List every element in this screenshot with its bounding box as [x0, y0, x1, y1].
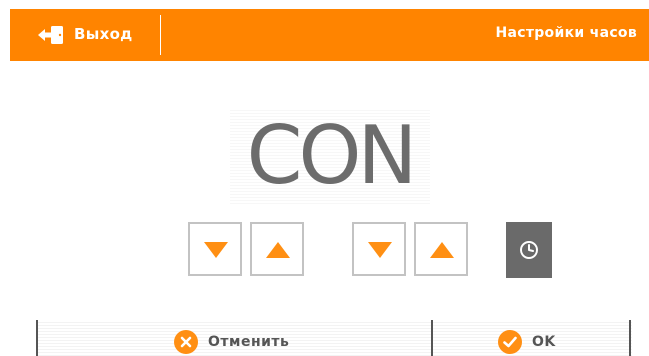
cancel-button[interactable]: Отменить [174, 328, 289, 356]
clock-mode-button[interactable] [506, 222, 552, 278]
bottom-divider-middle [431, 320, 433, 356]
clock-icon [520, 241, 538, 259]
exit-label: Выход [74, 25, 133, 43]
minutes-increase-button[interactable] [414, 222, 468, 276]
bottom-action-bar: Отменить OK [36, 320, 632, 356]
exit-door-icon [38, 26, 63, 44]
check-circle-icon [498, 330, 522, 354]
bottom-divider-right [629, 320, 631, 356]
page-title: Настройки часов [495, 25, 637, 41]
arrow-up-icon [430, 242, 454, 258]
minutes-decrease-button[interactable] [352, 222, 406, 276]
arrow-up-icon [266, 242, 290, 258]
ok-button[interactable]: OK [498, 328, 556, 356]
arrow-down-icon [204, 242, 228, 258]
header-divider [160, 15, 161, 55]
x-circle-icon [174, 330, 198, 354]
arrow-down-icon [368, 242, 392, 258]
header-bar: Выход Настройки часов [10, 9, 649, 61]
ok-label: OK [532, 334, 556, 350]
clock-display-value: CON [230, 108, 430, 204]
bottom-divider-left [36, 320, 38, 356]
hours-decrease-button[interactable] [188, 222, 242, 276]
exit-button[interactable]: Выход [10, 9, 160, 61]
hours-increase-button[interactable] [250, 222, 304, 276]
cancel-label: Отменить [208, 334, 290, 350]
